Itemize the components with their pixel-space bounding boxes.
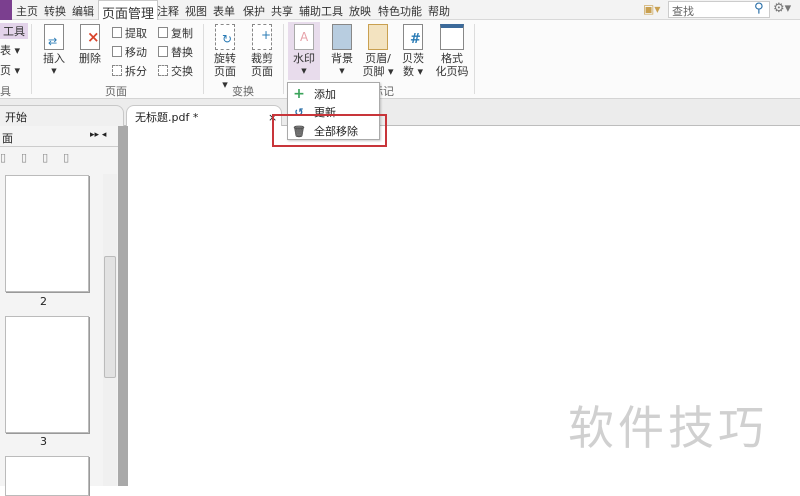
menu-view[interactable]: 视图 xyxy=(185,3,207,19)
crop-pages-button[interactable]: + 裁剪 页面 xyxy=(247,24,277,78)
page-number: 2 xyxy=(40,295,47,308)
menu-bar: 主页 转换 编辑 页面管理 注释 视图 表单 保护 共享 辅助工具 放映 特色功… xyxy=(0,0,800,22)
crop-icon: + xyxy=(252,24,272,50)
highlight-box xyxy=(272,114,387,147)
menu-comment[interactable]: 注释 xyxy=(157,3,179,19)
format-page-number-button[interactable]: 格式 化页码 xyxy=(434,24,470,78)
menu-help[interactable]: 帮助 xyxy=(428,3,450,19)
search-icon[interactable]: ⚲ xyxy=(754,1,764,16)
menu-share[interactable]: 共享 xyxy=(271,3,293,19)
watermark-button[interactable]: A 水印 ▼ xyxy=(288,22,320,80)
scrollbar[interactable] xyxy=(103,174,117,486)
split-button[interactable]: 拆分 xyxy=(112,63,147,79)
group-label-transform: 变换 xyxy=(232,85,254,98)
folder-search-icon[interactable]: ▣▾ xyxy=(643,2,660,16)
page-number: 3 xyxy=(40,435,47,448)
delete-icon: × xyxy=(80,24,100,50)
panel-splitter[interactable] xyxy=(118,126,128,486)
insert-icon: ⇄ xyxy=(44,24,64,50)
swap-button[interactable]: 交换 xyxy=(158,63,193,79)
insert-button[interactable]: ⇄ 插入 ▼ xyxy=(40,24,68,78)
replace-icon xyxy=(158,46,168,57)
copy-icon xyxy=(158,27,168,38)
extract-icon xyxy=(112,27,122,38)
watermark-text: 软件技巧 xyxy=(568,401,768,455)
menu-form[interactable]: 表单 xyxy=(213,3,235,19)
ribbon: 工具 表 ▾ 页 ▾ 具 ⇄ 插入 ▼ × 删除 提取 移动 拆分 复制 替换 交换 … xyxy=(0,20,800,99)
swap-icon xyxy=(158,65,168,76)
partial-button[interactable]: 页 ▾ xyxy=(0,62,20,78)
background-icon xyxy=(332,24,352,50)
format-page-number-icon xyxy=(440,24,464,50)
panel-title: 面 xyxy=(2,132,13,145)
header-footer-icon xyxy=(368,24,388,50)
group-label-pages: 页面 xyxy=(105,85,127,98)
gear-icon[interactable]: ⚙▾ xyxy=(773,1,791,16)
label: 插入 xyxy=(43,52,65,65)
label: 删除 xyxy=(79,52,101,65)
menu-protect[interactable]: 保护 xyxy=(243,3,265,19)
tab-start[interactable]: 开始 xyxy=(0,105,124,126)
app-button[interactable] xyxy=(0,0,12,20)
group-label: 具 xyxy=(0,85,11,98)
watermark-icon: A xyxy=(294,24,314,50)
menu-convert[interactable]: 转换 xyxy=(44,3,66,19)
menu-item-add[interactable]: + 添加 xyxy=(292,86,336,102)
copy-button[interactable]: 复制 xyxy=(158,25,193,41)
scrollbar-thumb[interactable] xyxy=(104,256,116,378)
bates-icon: # xyxy=(403,24,423,50)
move-button[interactable]: 移动 xyxy=(112,44,147,60)
split-icon xyxy=(112,65,122,76)
menu-tools[interactable]: 辅助工具 xyxy=(299,3,343,19)
menu-features[interactable]: 特色功能 xyxy=(378,3,422,19)
page-thumbnail-panel: 面 ▸▸ ◂ ▯▯▯▯ 2 3 xyxy=(0,126,118,496)
page-thumbnail[interactable] xyxy=(5,316,89,433)
tab-bar: 开始 无标题.pdf * × xyxy=(0,99,800,126)
move-icon xyxy=(112,46,122,57)
menu-slideshow[interactable]: 放映 xyxy=(349,3,371,19)
rotate-icon: ↻ xyxy=(215,24,235,50)
page-thumbnail[interactable] xyxy=(5,456,89,496)
header-footer-button[interactable]: 页眉/页脚 ▾ xyxy=(361,24,395,78)
rotate-pages-button[interactable]: ↻ 旋转 页面 ▾ xyxy=(210,24,240,91)
tools-button[interactable]: 工具 xyxy=(0,23,28,39)
panel-collapse-icon[interactable]: ▸▸ ◂ xyxy=(90,130,106,140)
menu-edit[interactable]: 编辑 xyxy=(72,3,94,19)
replace-button[interactable]: 替换 xyxy=(158,44,193,60)
plus-icon: + xyxy=(293,86,305,102)
extract-button[interactable]: 提取 xyxy=(112,25,147,41)
partial-button[interactable]: 表 ▾ xyxy=(0,42,20,58)
menu-home[interactable]: 主页 xyxy=(16,3,38,19)
background-button[interactable]: 背景 ▼ xyxy=(327,24,357,78)
tab-document[interactable]: 无标题.pdf * xyxy=(126,105,282,126)
menu-page-management[interactable]: 页面管理 xyxy=(98,0,159,22)
delete-button[interactable]: × 删除 xyxy=(76,24,104,65)
page-thumbnail[interactable] xyxy=(5,175,89,292)
panel-toolbar-icons[interactable]: ▯▯▯▯ xyxy=(0,151,84,164)
bates-number-button[interactable]: # 贝茨数 ▾ xyxy=(398,24,428,78)
